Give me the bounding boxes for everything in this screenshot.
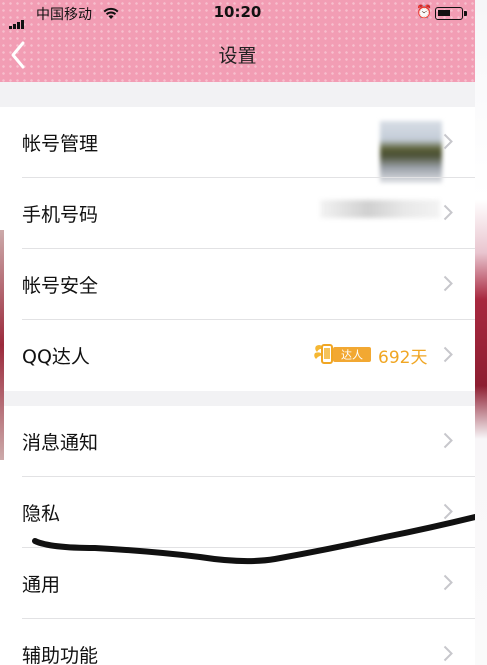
clock-time: 10:20 bbox=[213, 3, 262, 21]
chevron-right-icon bbox=[443, 346, 453, 363]
status-bar: 中国移动 10:20 ⏰ bbox=[0, 0, 475, 29]
page-title: 设置 bbox=[218, 45, 257, 67]
row-label: 隐私 bbox=[22, 503, 61, 525]
chevron-right-icon bbox=[443, 133, 453, 150]
row-account-management[interactable]: 帐号管理 bbox=[0, 107, 475, 183]
row-account-security[interactable]: 帐号安全 bbox=[0, 249, 475, 320]
settings-group-account: 帐号管理 手机号码 帐号安全 QQ达人 达人 692天 bbox=[0, 107, 475, 391]
chevron-right-icon bbox=[443, 204, 453, 221]
row-label: 辅助功能 bbox=[22, 645, 99, 665]
blurred-phone-value bbox=[320, 200, 440, 218]
row-qq-expert[interactable]: QQ达人 达人 692天 bbox=[0, 320, 475, 391]
alarm-icon: ⏰ bbox=[416, 5, 433, 20]
battery-icon bbox=[435, 7, 467, 20]
expert-badge-icon: 达人 bbox=[314, 344, 371, 364]
expert-days-value: 692天 bbox=[378, 348, 428, 368]
background-edge-left bbox=[0, 230, 4, 460]
row-label: 手机号码 bbox=[22, 204, 99, 226]
blurred-avatar bbox=[380, 121, 442, 183]
row-phone-number[interactable]: 手机号码 bbox=[0, 178, 475, 249]
chevron-right-icon bbox=[443, 645, 453, 662]
row-label: 帐号管理 bbox=[22, 133, 99, 155]
row-privacy[interactable]: 隐私 bbox=[0, 477, 475, 548]
settings-screen: 中国移动 10:20 ⏰ 设置 帐号管理 手机号码 帐号安全 QQ达人 达人 6… bbox=[0, 0, 475, 665]
row-label: 消息通知 bbox=[22, 432, 99, 454]
navigation-bar: 设置 bbox=[0, 28, 475, 82]
chevron-right-icon bbox=[443, 503, 453, 520]
row-accessibility[interactable]: 辅助功能 bbox=[0, 619, 475, 665]
row-label: 帐号安全 bbox=[22, 275, 99, 297]
row-label: 通用 bbox=[22, 574, 61, 596]
row-general[interactable]: 通用 bbox=[0, 548, 475, 619]
badge-text: 达人 bbox=[341, 349, 363, 362]
settings-group-general: 消息通知 隐私 通用 辅助功能 bbox=[0, 406, 475, 665]
header: 中国移动 10:20 ⏰ 设置 bbox=[0, 0, 475, 82]
chevron-right-icon bbox=[443, 432, 453, 449]
chevron-right-icon bbox=[443, 275, 453, 292]
background-edge bbox=[475, 0, 487, 665]
row-label: QQ达人 bbox=[22, 346, 90, 368]
chevron-right-icon bbox=[443, 574, 453, 591]
row-notifications[interactable]: 消息通知 bbox=[0, 406, 475, 477]
